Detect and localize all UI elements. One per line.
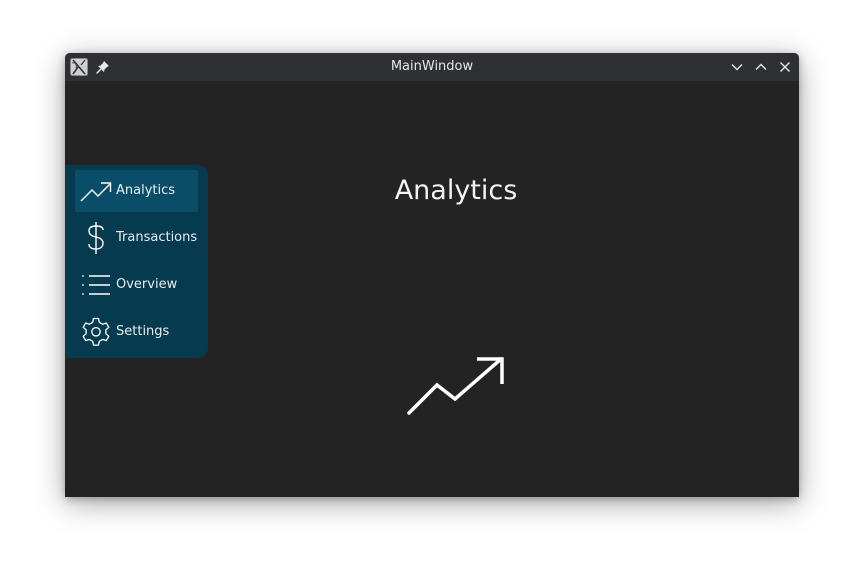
pin-icon[interactable] bbox=[95, 59, 111, 75]
title-bar[interactable]: MainWindow bbox=[65, 53, 799, 81]
main-window: MainWindow Analytics Analytics Transacti… bbox=[65, 53, 799, 497]
gear-icon bbox=[82, 317, 110, 346]
sidebar-item-overview[interactable]: Overview bbox=[75, 264, 198, 306]
sidebar: Analytics Transactions Overview Settings bbox=[65, 165, 208, 358]
dollar-icon bbox=[88, 222, 104, 254]
app-icon[interactable] bbox=[70, 58, 88, 76]
sidebar-item-label: Transactions bbox=[116, 230, 198, 245]
trending-up-icon bbox=[407, 357, 504, 415]
sidebar-item-settings[interactable]: Settings bbox=[75, 311, 198, 353]
minimize-icon[interactable] bbox=[729, 59, 745, 75]
list-icon bbox=[82, 275, 110, 295]
window-title: MainWindow bbox=[390, 59, 474, 74]
close-icon[interactable] bbox=[777, 59, 793, 75]
maximize-icon[interactable] bbox=[753, 59, 769, 75]
trending-up-icon bbox=[80, 182, 112, 202]
sidebar-item-label: Overview bbox=[116, 277, 178, 292]
sidebar-item-analytics[interactable]: Analytics bbox=[75, 170, 198, 212]
sidebar-item-label: Analytics bbox=[116, 183, 176, 198]
sidebar-item-label: Settings bbox=[116, 324, 170, 339]
sidebar-item-transactions[interactable]: Transactions bbox=[75, 217, 198, 259]
